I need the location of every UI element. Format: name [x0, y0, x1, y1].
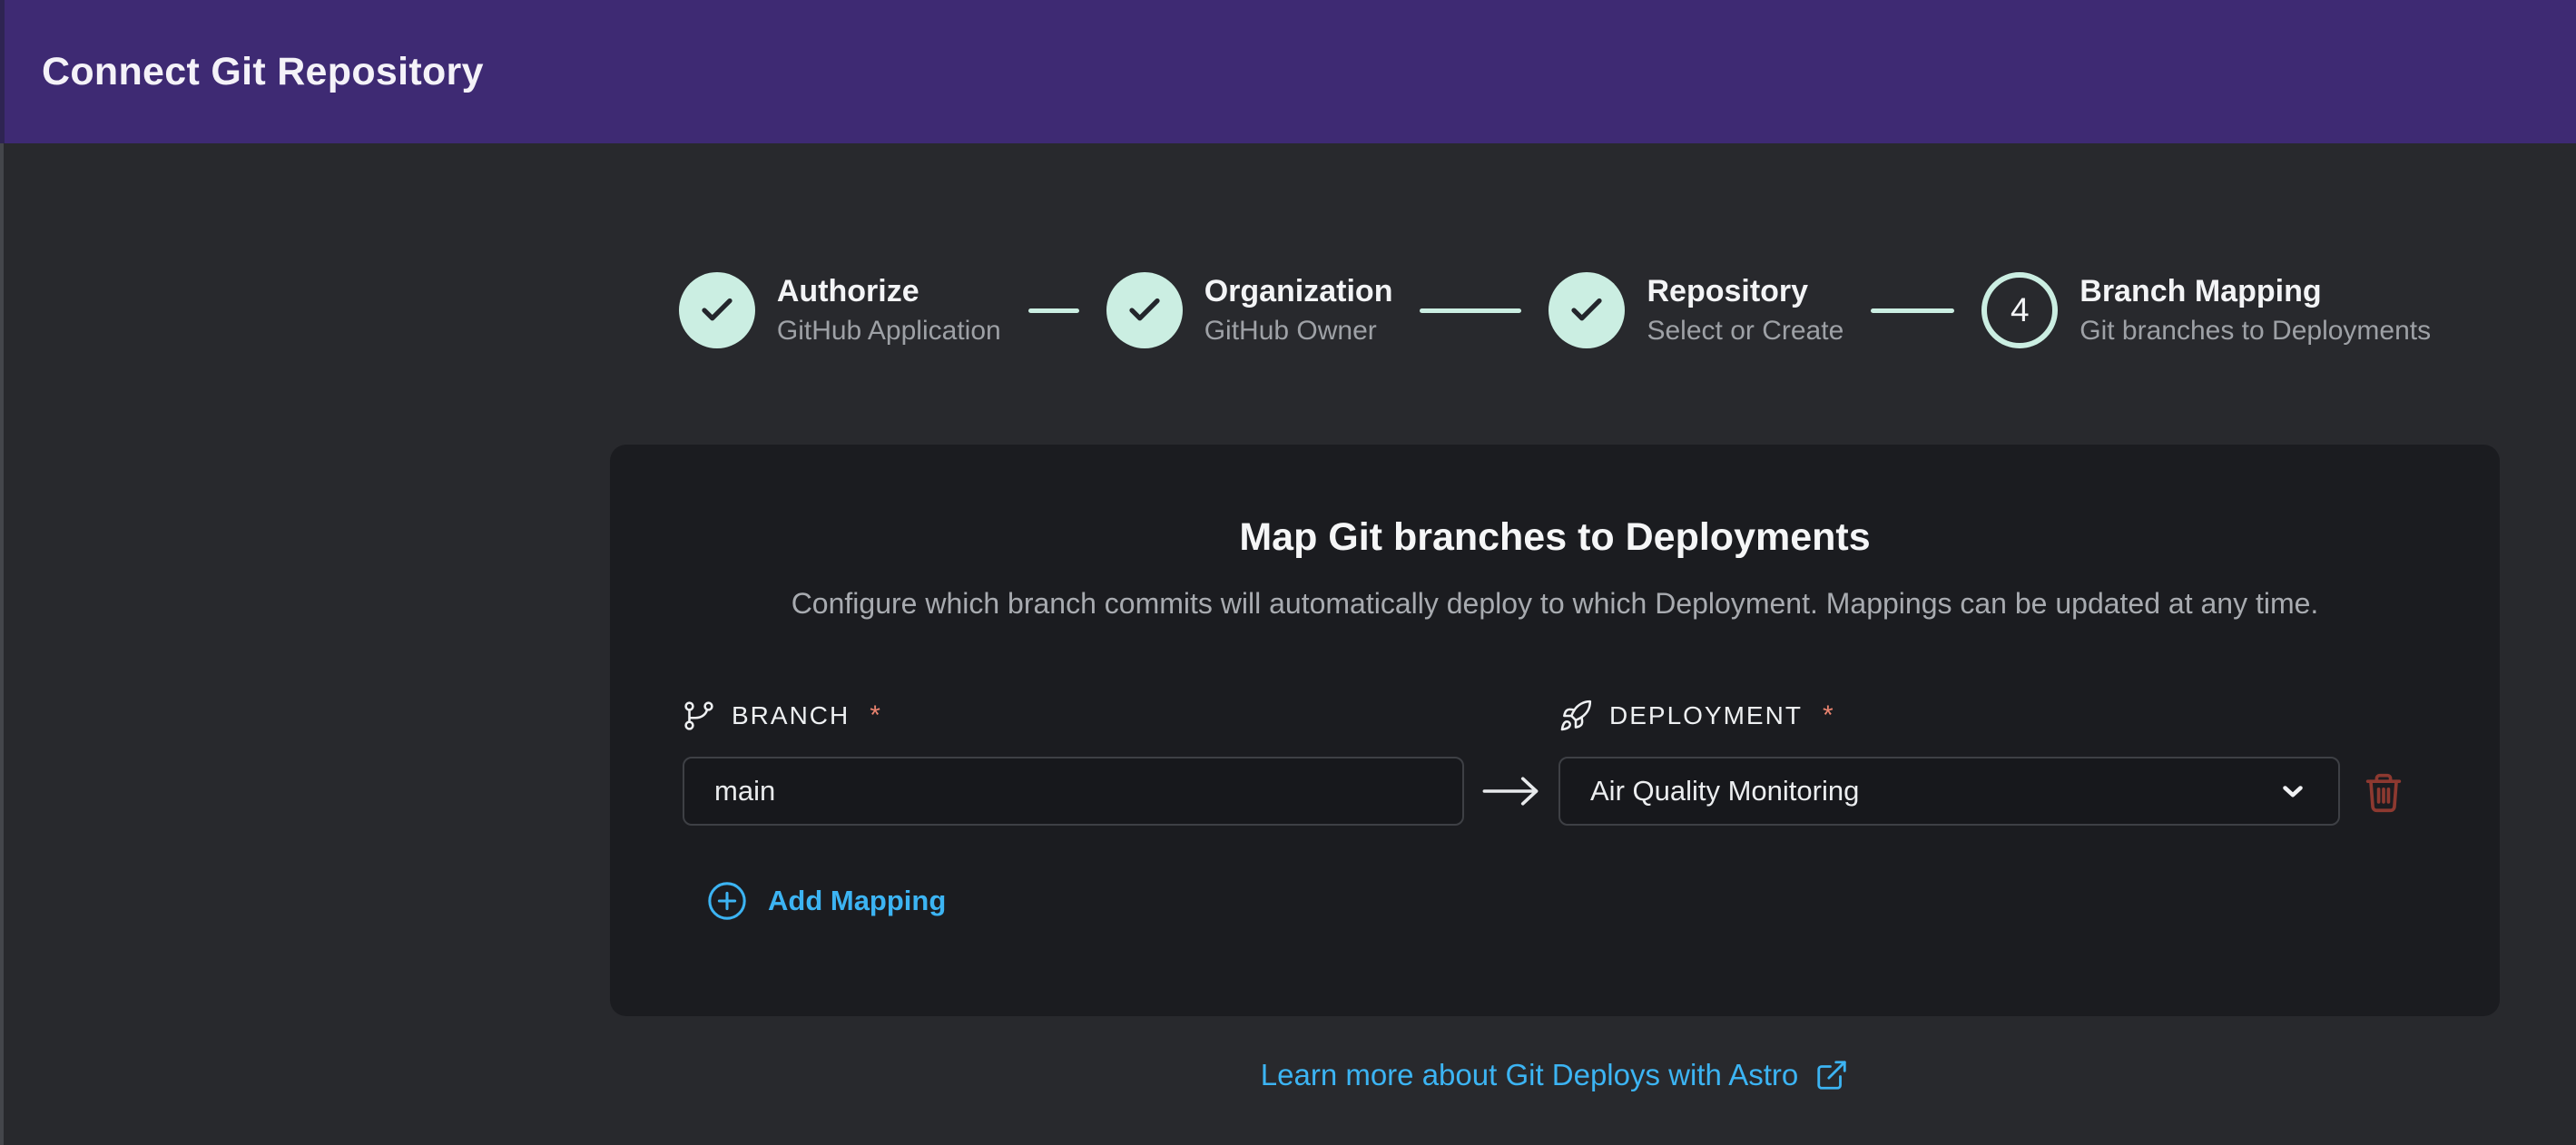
step-complete-circle [1106, 272, 1183, 348]
step-number-circle: 4 [1981, 272, 2058, 348]
step-connector [1420, 308, 1521, 313]
maps-to-arrow-icon [1464, 771, 1558, 811]
left-edge-body [0, 143, 4, 1145]
branch-label: BRANCH [732, 701, 850, 730]
dialog-header: Connect Git Repository [0, 0, 2576, 143]
step-title: Organization [1204, 274, 1393, 309]
step-connector [1028, 308, 1079, 313]
check-icon [1126, 291, 1164, 329]
add-mapping-button[interactable]: Add Mapping [706, 880, 946, 922]
step-subtitle: GitHub Owner [1204, 316, 1393, 347]
content-column: Authorize GitHub Application Organizatio… [610, 272, 2500, 1092]
step-complete-circle [1549, 272, 1625, 348]
required-asterisk: * [1823, 700, 1834, 731]
step-title: Branch Mapping [2079, 274, 2431, 309]
deployment-field-label: DEPLOYMENT * [1558, 699, 2340, 733]
step-subtitle: Git branches to Deployments [2079, 316, 2431, 347]
step-authorize[interactable]: Authorize GitHub Application [679, 272, 1001, 348]
deployment-select[interactable]: Air Quality Monitoring [1558, 757, 2340, 826]
step-subtitle: Select or Create [1647, 316, 1844, 347]
step-complete-circle [679, 272, 755, 348]
delete-mapping-button[interactable] [2355, 760, 2413, 822]
mapping-grid: BRANCH * DEPLOYMENT * [683, 699, 2427, 826]
add-mapping-label: Add Mapping [768, 885, 946, 917]
step-branch-mapping[interactable]: 4 Branch Mapping Git branches to Deploym… [1981, 272, 2431, 348]
step-connector [1871, 308, 1954, 313]
deployment-label: DEPLOYMENT [1609, 701, 1803, 730]
branch-input[interactable] [683, 757, 1464, 826]
left-edge-header [0, 0, 5, 143]
git-branch-icon [683, 700, 715, 732]
rocket-icon [1558, 699, 1593, 733]
deployment-select-value: Air Quality Monitoring [1590, 775, 1859, 807]
card-subtitle: Configure which branch commits will auto… [683, 587, 2427, 621]
step-title: Repository [1647, 274, 1844, 309]
plus-circle-icon [706, 880, 748, 922]
card-title: Map Git branches to Deployments [683, 515, 2427, 560]
branch-mapping-card: Map Git branches to Deployments Configur… [610, 445, 2500, 1016]
step-subtitle: GitHub Application [777, 316, 1001, 347]
required-asterisk: * [870, 700, 880, 731]
learn-more-label: Learn more about Git Deploys with Astro [1261, 1058, 1798, 1092]
step-repository[interactable]: Repository Select or Create [1549, 272, 1844, 348]
external-link-icon [1814, 1058, 1849, 1092]
page-title: Connect Git Repository [42, 50, 484, 94]
branch-field-label: BRANCH * [683, 700, 1464, 732]
check-icon [698, 291, 736, 329]
wizard-stepper: Authorize GitHub Application Organizatio… [610, 272, 2500, 348]
step-organization[interactable]: Organization GitHub Owner [1106, 272, 1393, 348]
learn-more-link[interactable]: Learn more about Git Deploys with Astro [610, 1058, 2500, 1092]
check-icon [1568, 291, 1606, 329]
step-number: 4 [2011, 291, 2030, 329]
step-title: Authorize [777, 274, 1001, 309]
chevron-down-icon [2277, 776, 2308, 807]
trash-icon [2360, 766, 2407, 817]
